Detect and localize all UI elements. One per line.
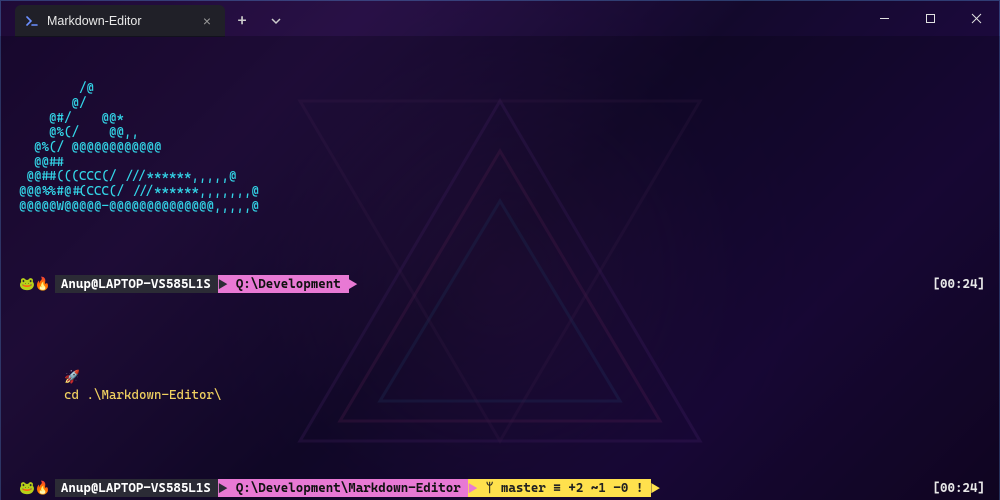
tabs: Markdown-Editor × + — [1, 1, 293, 36]
terminal-tab-icon — [25, 14, 39, 28]
window-controls — [861, 1, 999, 36]
prompt-time: [00:24] — [933, 275, 986, 294]
prompt-user: Anup@LAPTOP-VS585L1S — [55, 275, 219, 293]
tab-dropdown-icon[interactable] — [259, 5, 293, 36]
terminal-output[interactable]: /@ @/ @#/ @@* @%(/ @@,, @%(/ @@@@@@@@@@@… — [0, 36, 1000, 500]
tab-active[interactable]: Markdown-Editor × — [15, 5, 225, 37]
prompt-emoji-icon: 🐸🔥 — [19, 275, 51, 294]
prompt-path: Q:\Development — [228, 275, 349, 293]
powerline-arrow-icon: ▶ — [348, 275, 358, 293]
prompt-path: Q:\Development\Markdown-Editor — [228, 479, 469, 497]
minimize-button[interactable] — [861, 1, 907, 36]
prompt-line-2: 🐸🔥 Anup@LAPTOP-VS585L1S▶Q:\Development\M… — [19, 479, 985, 498]
git-branch-segment: ᛘ master ≡ +2 ~1 -0 ! — [478, 479, 652, 497]
tab-title: Markdown-Editor — [47, 14, 191, 28]
powerline-arrow-icon: ▶ — [650, 479, 660, 497]
powerline-arrow-icon: ▶ — [218, 275, 228, 293]
titlebar: Markdown-Editor × + — [0, 0, 1000, 36]
prompt-time: [00:24] — [933, 479, 986, 498]
close-button[interactable] — [953, 1, 999, 36]
tab-close-icon[interactable]: × — [199, 13, 215, 29]
powerline-arrow-icon: ▶ — [218, 479, 228, 497]
prompt-emoji-icon: 🐸🔥 — [19, 479, 51, 498]
command-line: 🚀 cd .\Markdown-Editor\ — [19, 349, 985, 423]
command-text: cd .\Markdown-Editor\ — [64, 387, 221, 402]
maximize-button[interactable] — [907, 1, 953, 36]
prompt-line-1: 🐸🔥 Anup@LAPTOP-VS585L1S▶Q:\Development▶ … — [19, 275, 985, 294]
new-tab-button[interactable]: + — [225, 5, 259, 36]
powerline-arrow-icon: ▶ — [468, 479, 478, 497]
prompt-user: Anup@LAPTOP-VS585L1S — [55, 479, 219, 497]
terminal-window: Markdown-Editor × + /@ @/ @#/ @@* @ — [0, 0, 1000, 500]
rocket-icon: 🚀 — [64, 369, 80, 384]
ascii-art: /@ @/ @#/ @@* @%(/ @@,, @%(/ @@@@@@@@@@@… — [19, 81, 985, 213]
